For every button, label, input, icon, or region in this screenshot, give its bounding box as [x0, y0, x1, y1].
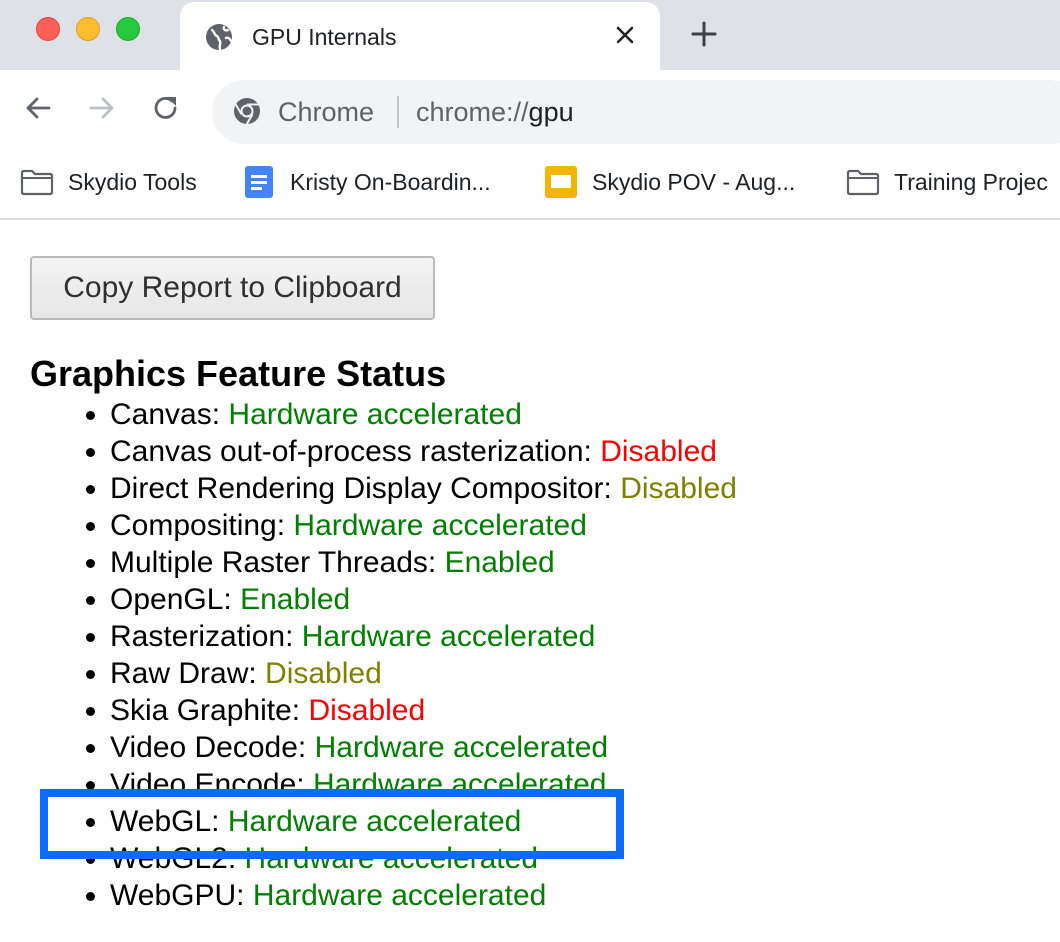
bookmark-label: Training Projec — [894, 169, 1048, 195]
new-tab-button[interactable] — [688, 20, 720, 52]
feature-name: Skia Graphite: — [110, 694, 301, 727]
window-zoom-button[interactable] — [116, 17, 140, 41]
bookmarks-bar: Skydio Tools Kristy On-Boardin... Skydio… — [0, 154, 1060, 220]
feature-status-item: Direct Rendering Display Compositor: Dis… — [110, 470, 1010, 507]
feature-status-item: Video Decode: Hardware accelerated — [110, 729, 1010, 766]
feature-name: Compositing: — [110, 509, 286, 542]
google-docs-icon — [242, 166, 276, 198]
bookmark-label: Skydio POV - Aug... — [592, 169, 796, 195]
feature-name: Canvas: — [110, 398, 221, 431]
feature-name: Rasterization: — [110, 620, 294, 653]
feature-name: Direct Rendering Display Compositor: — [110, 472, 612, 505]
copy-report-button[interactable]: Copy Report to Clipboard — [30, 256, 435, 320]
bookmark-kristy-onboarding[interactable]: Kristy On-Boardin... — [242, 166, 491, 198]
feature-name: WebGPU: — [110, 879, 245, 912]
feature-status: Enabled — [240, 583, 351, 616]
feature-status-item: Rasterization: Hardware accelerated — [110, 618, 1010, 655]
browser-toolbar: Chrome chrome://gpu — [0, 70, 1060, 154]
section-title: Graphics Feature Status — [30, 353, 447, 394]
feature-name: WebGL: — [110, 805, 220, 838]
back-arrow-icon — [23, 93, 53, 128]
feature-status-item: Canvas out-of-process rasterization: Dis… — [110, 433, 1010, 470]
bookmark-skydio-tools[interactable]: Skydio Tools — [20, 166, 197, 198]
feature-status: Hardware accelerated — [293, 509, 587, 542]
reload-icon — [151, 93, 181, 128]
feature-status: Hardware accelerated — [314, 731, 609, 764]
feature-status-item: Raw Draw: Disabled — [110, 655, 1010, 692]
forward-button[interactable] — [84, 92, 120, 128]
feature-status: Disabled — [265, 657, 382, 690]
feature-status-item: OpenGL: Enabled — [110, 581, 1010, 618]
feature-name: OpenGL: — [110, 583, 232, 616]
url-scheme: chrome:// — [416, 97, 529, 127]
feature-status-item: Multiple Raster Threads: Enabled — [110, 544, 1010, 581]
feature-status: Disabled — [620, 472, 737, 505]
feature-status-item: Compositing: Hardware accelerated — [110, 507, 1010, 544]
window-minimize-button[interactable] — [76, 17, 100, 41]
feature-name: WebGL2: — [110, 842, 237, 875]
chrome-icon[interactable] — [232, 96, 262, 126]
feature-name: Multiple Raster Threads: — [110, 546, 437, 579]
feature-status-item: WebGL2: Hardware accelerated — [110, 840, 1010, 877]
feature-status: Hardware accelerated — [228, 398, 522, 431]
tab-strip: GPU Internals — [0, 0, 1060, 70]
feature-name: Video Decode: — [110, 731, 307, 764]
feature-status: Enabled — [444, 546, 555, 579]
feature-status-item: WebGPU: Hardware accelerated — [110, 877, 1010, 914]
omnibox-divider — [397, 96, 399, 128]
feature-status-list: Canvas: Hardware acceleratedCanvas out-o… — [110, 396, 1010, 914]
folder-icon — [20, 167, 54, 197]
feature-name: Video Encode: — [110, 768, 305, 801]
feature-status-item: Video Encode: Hardware accelerated — [110, 766, 1010, 803]
omnibox-origin-label: Chrome — [278, 97, 375, 127]
feature-status-item: WebGL: Hardware accelerated — [110, 803, 1010, 840]
reload-button[interactable] — [148, 92, 184, 128]
address-bar[interactable]: Chrome chrome://gpu — [212, 80, 1060, 144]
feature-status: Hardware accelerated — [227, 805, 522, 838]
plus-icon — [691, 21, 717, 52]
feature-status: Hardware accelerated — [244, 842, 539, 875]
url-host: gpu — [528, 97, 574, 127]
tab-gpu-internals[interactable]: GPU Internals — [180, 2, 660, 70]
feature-name: Canvas out-of-process rasterization: — [110, 435, 592, 468]
feature-status-item: Skia Graphite: Disabled — [110, 692, 1010, 729]
bookmark-label: Skydio Tools — [68, 169, 197, 195]
feature-status: Hardware accelerated — [301, 620, 596, 653]
bookmark-skydio-pov[interactable]: Skydio POV - Aug... — [544, 166, 795, 198]
bookmark-training-projects[interactable]: Training Projec — [846, 166, 1048, 198]
feature-status: Disabled — [600, 435, 717, 468]
tab-title: GPU Internals — [252, 24, 397, 50]
back-button[interactable] — [20, 92, 56, 128]
window-close-button[interactable] — [36, 17, 60, 41]
feature-name: Raw Draw: — [110, 657, 257, 690]
google-slides-icon — [544, 166, 578, 198]
feature-status-item: Canvas: Hardware accelerated — [110, 396, 1010, 433]
folder-icon — [846, 167, 880, 197]
forward-arrow-icon — [87, 93, 117, 128]
feature-status: Hardware accelerated — [312, 768, 607, 801]
bookmark-label: Kristy On-Boardin... — [290, 169, 491, 195]
close-icon[interactable] — [610, 20, 640, 50]
globe-icon — [204, 22, 234, 52]
omnibox-url[interactable]: chrome://gpu — [416, 95, 574, 129]
feature-status: Disabled — [308, 694, 426, 727]
feature-status: Hardware accelerated — [252, 879, 547, 912]
